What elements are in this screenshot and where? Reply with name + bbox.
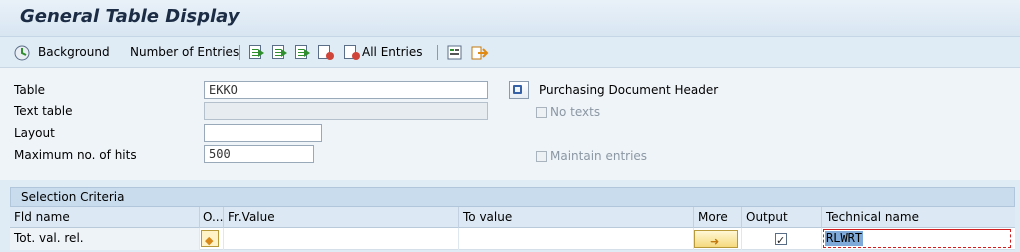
all-entries-button[interactable]: All Entries <box>344 43 423 61</box>
output-cell <box>742 228 822 251</box>
technical-name-value[interactable]: RLWRT <box>825 231 864 246</box>
selection-criteria-header: Selection Criteria <box>10 187 1015 207</box>
column-header-field-name[interactable]: Fld name <box>10 207 200 228</box>
delete-row-button[interactable] <box>318 43 334 61</box>
field-name-cell: Tot. val. rel. <box>10 228 200 250</box>
column-header-to-value[interactable]: To value <box>459 207 694 228</box>
application-toolbar: Background Number of Entries All Entries <box>0 37 1020 68</box>
table-row: Tot. val. rel. RLWRT <box>10 228 1015 252</box>
no-texts-checkbox: No texts <box>536 105 600 119</box>
select-all-icon <box>249 45 264 59</box>
column-header-more[interactable]: More <box>694 207 742 228</box>
exit-arrow-icon <box>471 45 489 60</box>
number-of-entries-label: Number of Entries <box>130 45 240 59</box>
delete-all-icon <box>344 45 360 60</box>
deselect-button[interactable] <box>295 43 310 61</box>
toolbar-separator <box>239 45 240 60</box>
background-button[interactable]: Background <box>14 43 110 61</box>
maintain-entries-label: Maintain entries <box>550 149 648 163</box>
layout-input[interactable] <box>204 124 322 142</box>
delete-row-icon <box>318 45 334 60</box>
more-cell <box>694 228 742 252</box>
table-label: Table <box>14 83 46 97</box>
execute-clock-icon <box>14 45 30 60</box>
table-info-button[interactable] <box>509 81 529 99</box>
window-title: General Table Display <box>20 6 240 27</box>
to-value-input[interactable] <box>459 228 694 250</box>
select-all-button[interactable] <box>249 43 264 61</box>
option-cell <box>200 228 224 251</box>
maintain-entries-checkbox-box <box>536 150 547 162</box>
field-list-icon <box>447 45 462 60</box>
column-header-technical-name[interactable]: Technical name <box>822 207 1015 228</box>
selection-table-header: Fld name O... Fr.Value To value More Out… <box>10 207 1015 228</box>
number-of-entries-button[interactable]: Number of Entries <box>130 43 239 61</box>
max-hits-label: Maximum no. of hits <box>14 148 137 162</box>
output-checkbox[interactable] <box>775 230 787 251</box>
background-label: Background <box>38 45 110 59</box>
all-entries-label: All Entries <box>362 45 423 59</box>
toolbar-separator <box>437 45 438 60</box>
text-table-input <box>204 102 488 120</box>
field-list-button[interactable] <box>447 43 462 61</box>
selection-form: Table EKKO Purchasing Document Header Te… <box>0 68 1020 180</box>
technical-name-cell: RLWRT <box>822 228 1015 250</box>
select-block-icon <box>272 45 287 59</box>
no-texts-checkbox-box <box>536 106 547 118</box>
from-value-input[interactable] <box>224 228 459 250</box>
exit-button[interactable] <box>471 43 489 61</box>
column-header-output[interactable]: Output <box>742 207 822 228</box>
selection-option-button[interactable] <box>201 230 219 251</box>
maintain-entries-checkbox: Maintain entries <box>536 149 647 163</box>
column-header-from-value[interactable]: Fr.Value <box>224 207 459 228</box>
text-table-label: Text table <box>14 104 73 118</box>
max-hits-input[interactable]: 500 <box>204 145 314 163</box>
multiple-selection-button[interactable] <box>694 230 738 252</box>
title-bar: General Table Display <box>0 0 1020 37</box>
select-block-button[interactable] <box>272 43 287 61</box>
column-header-option[interactable]: O... <box>200 207 224 228</box>
table-description: Purchasing Document Header <box>539 83 719 97</box>
layout-label: Layout <box>14 126 55 140</box>
no-texts-label: No texts <box>550 105 601 119</box>
deselect-icon <box>295 45 310 59</box>
table-input[interactable]: EKKO <box>204 81 488 99</box>
